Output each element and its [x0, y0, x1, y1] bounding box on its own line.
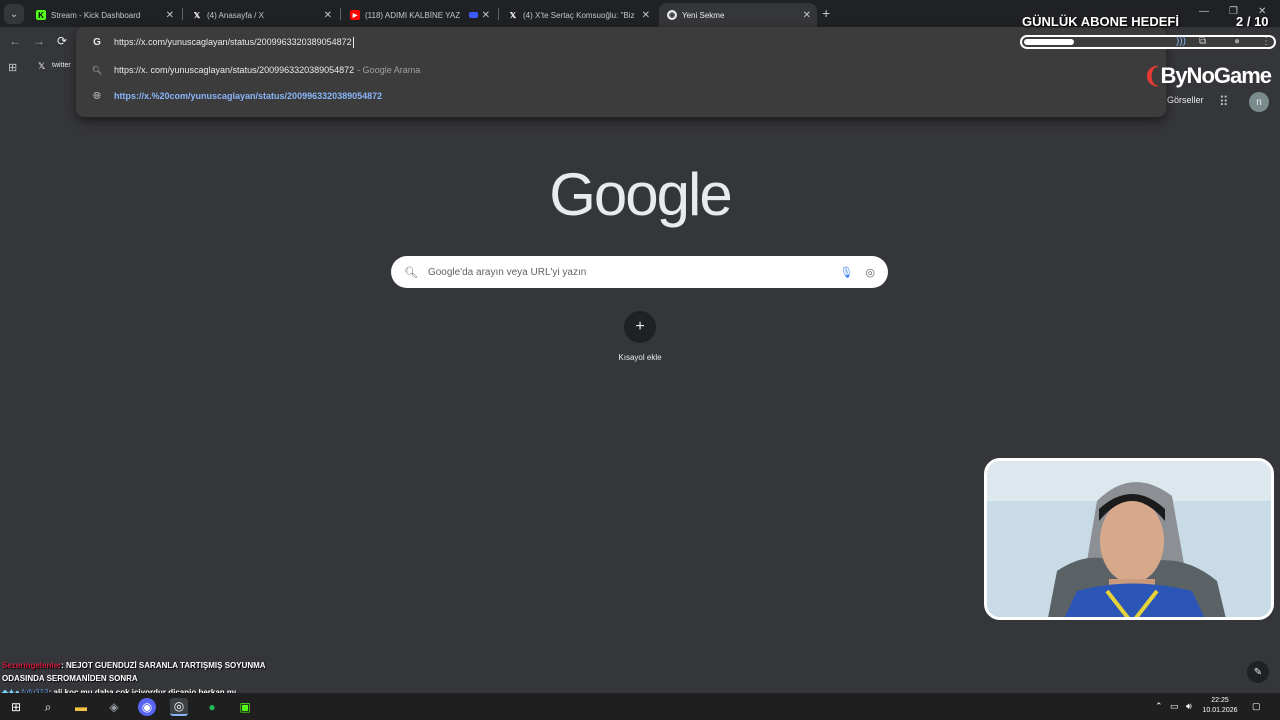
close-icon[interactable]: ✕ [482, 10, 490, 21]
notification-icon[interactable]: ▢ [1252, 701, 1261, 712]
tab-kick-dashboard[interactable]: K Stream - Kick Dashboard ✕ [28, 3, 180, 27]
extensions-icon[interactable]: ⧉ [1199, 36, 1206, 47]
tab-new-tab[interactable]: ◉ Yeni Sekme ✕ [659, 3, 817, 27]
taskbar: ⊞ ⌕ ▬ ◈ ◉ ◎ ● ▣ ⌃ ▭ 🔊︎ 22:25 10.01.2026 … [0, 693, 1280, 720]
tab-x-home[interactable]: 𝕏 (4) Anasayfa / X ✕ [184, 3, 338, 27]
x-icon: 𝕏 [509, 10, 517, 20]
close-icon[interactable]: ✕ [803, 10, 811, 21]
url-suggestion-text: https://x.%20com/yunuscaglayan/status/20… [114, 91, 383, 101]
tab-title: Yeni Sekme [682, 10, 725, 20]
microphone-icon[interactable]: 🎙︎ [839, 266, 853, 279]
menu-icon[interactable]: ⋮ [1261, 36, 1271, 47]
x-icon: 𝕏 [193, 10, 201, 20]
subscriber-goal-fill [1024, 39, 1074, 45]
back-icon[interactable]: ← [9, 34, 21, 48]
youtube-icon: ▶ [350, 10, 360, 20]
chrome-icon[interactable]: ◎ [170, 698, 188, 716]
search-icon[interactable]: ⌕ [39, 698, 57, 716]
images-link[interactable]: Görseller [1167, 95, 1204, 105]
forward-icon[interactable]: → [33, 34, 45, 48]
chevron-up-icon[interactable]: ⌃ [1155, 701, 1163, 712]
brand-name: ByNoGame [1160, 63, 1272, 88]
apps-grid-icon[interactable]: ⊞ [8, 61, 17, 74]
minimize-icon[interactable]: — [1199, 6, 1209, 17]
suggestion-source: - Google Arama [357, 65, 421, 75]
discord-icon[interactable]: ◉ [138, 698, 156, 716]
chat-message-continuation: ODASINDA SEROMANİDEN SONRA [2, 674, 138, 683]
google-g-icon: G [93, 36, 101, 48]
windows-start-icon[interactable]: ⊞ [7, 698, 25, 716]
add-shortcut-label: Kısayol ekle [618, 353, 662, 362]
bookmarks-bar: ⊞ 𝕏 twitter [0, 57, 76, 77]
bookmark-twitter[interactable]: twitter [52, 62, 71, 69]
kick-app-icon[interactable]: ▣ [236, 698, 254, 716]
reload-icon[interactable]: ⟳ [57, 34, 67, 48]
omnibox-value-part: com/yunuscaglayan/status/200996332038905… [148, 37, 352, 47]
media-playing-icon [468, 12, 478, 18]
google-lens-icon[interactable]: ◎ [865, 266, 875, 279]
omnibox-search-suggestion[interactable]: 🔍︎ https://x. com/yunuscaglayan/status/2… [76, 57, 1166, 83]
new-tab-icon[interactable]: + [822, 5, 830, 21]
text-cursor [352, 36, 354, 48]
search-placeholder[interactable]: Google'da arayın veya URL'yi yazın [428, 267, 839, 278]
search-icon: 🔍︎ [404, 266, 418, 279]
cast-icon[interactable]: ))) [1176, 36, 1186, 47]
add-shortcut-button[interactable]: + [624, 311, 656, 343]
webcam-image [987, 461, 1271, 617]
search-icon: 🔍︎ [91, 65, 103, 75]
file-explorer-icon[interactable]: ▬ [72, 698, 90, 716]
chat-text: ODASINDA SEROMANİDEN SONRA [2, 674, 138, 683]
kick-icon: K [36, 10, 46, 20]
chat-message: Sezeringelenler: NEJOT GUENDUZİ SARANLA … [2, 661, 266, 670]
globe-icon: 🌐︎ [93, 90, 101, 102]
profile-icon[interactable]: ● [1234, 36, 1240, 47]
tab-divider [498, 8, 499, 20]
network-icon[interactable]: ▭ [1170, 701, 1179, 712]
chat-text: : NEJOT GUENDUZİ SARANLA TARTIŞMIŞ SOYUN… [61, 661, 266, 670]
volume-icon[interactable]: 🔊︎ [1186, 701, 1192, 712]
google-apps-icon[interactable]: ⠿ [1219, 94, 1229, 110]
close-icon[interactable]: ✕ [324, 10, 332, 21]
tab-title: Stream - Kick Dashboard [51, 10, 141, 20]
close-icon[interactable]: ✕ [166, 10, 174, 21]
tab-title: (4) X'te Sertaç Komsuoğlu: "Biz [523, 10, 635, 20]
tab-x-post[interactable]: 𝕏 (4) X'te Sertaç Komsuoğlu: "Biz ✕ [500, 3, 656, 27]
google-logo: Google [549, 161, 732, 228]
tab-title: (4) Anasayfa / X [207, 10, 264, 20]
webcam-overlay [984, 458, 1274, 620]
chat-username: Sezeringelenler [2, 661, 62, 670]
clock-time: 22:25 [1211, 697, 1229, 704]
search-box[interactable]: 🔍︎ Google'da arayın veya URL'yi yazın 🎙︎… [391, 256, 888, 288]
tab-divider [340, 8, 341, 20]
tab-search-chevron-icon[interactable]: ⌄ [4, 4, 24, 24]
brand-logo: ❨ByNoGame [1143, 63, 1272, 88]
omnibox-input[interactable]: G https://x. com/yunuscaglayan/status/20… [76, 29, 1166, 55]
avatar[interactable]: n [1249, 92, 1269, 112]
omnibox-value-part: https://x. [114, 37, 149, 47]
subscriber-goal-title: GÜNLÜK ABONE HEDEFİ [1022, 14, 1179, 29]
clock[interactable]: 22:25 10.01.2026 [1200, 696, 1240, 716]
app-icon[interactable]: ◈ [105, 698, 123, 716]
tab-divider [182, 8, 183, 20]
omnibox-url-suggestion[interactable]: 🌐︎ https://x.%20com/yunuscaglayan/status… [76, 83, 1166, 109]
customize-pencil-icon[interactable]: ✎ [1247, 661, 1269, 683]
omnibox-dropdown: G https://x. com/yunuscaglayan/status/20… [76, 27, 1166, 117]
spotify-icon[interactable]: ● [203, 698, 221, 716]
clock-date: 10.01.2026 [1202, 707, 1238, 714]
close-icon[interactable]: ✕ [642, 10, 650, 21]
tab-youtube[interactable]: ▶ (118) ADIMI KALBİNE YAZ ✕ [342, 3, 496, 27]
chrome-icon: ◉ [667, 10, 677, 20]
x-icon: 𝕏 [38, 61, 46, 71]
suggestion-text: https://x. com/yunuscaglayan/status/2009… [114, 65, 355, 75]
tab-title: (118) ADIMI KALBİNE YAZ [365, 10, 461, 20]
subscriber-goal-count: 2 / 10 [1236, 14, 1269, 29]
